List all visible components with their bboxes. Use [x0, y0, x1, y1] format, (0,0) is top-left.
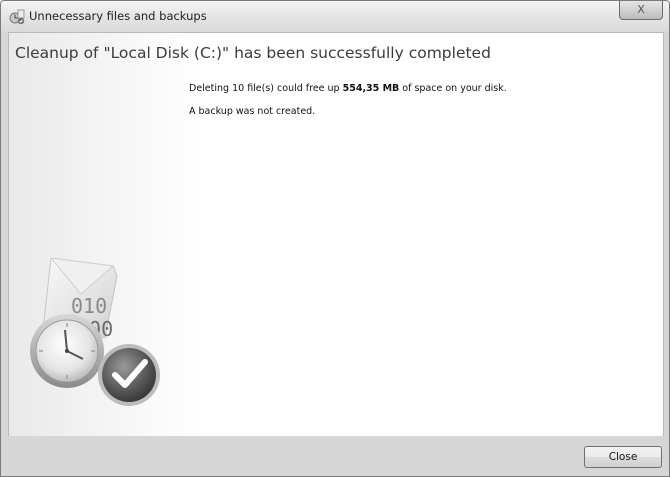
close-button[interactable]: Close [584, 446, 662, 468]
page-title: Cleanup of "Local Disk (C:)" has been su… [15, 44, 491, 62]
checkmark-icon [98, 344, 160, 406]
cleanup-app-icon [9, 9, 25, 25]
space-freed-size: 554,35 MB [342, 83, 400, 94]
title-bar[interactable]: Unnecessary files and backups X [1, 1, 669, 32]
space-message-prefix: Deleting 10 file(s) could free up [189, 83, 343, 94]
window-title: Unnecessary files and backups [29, 9, 207, 23]
clock-icon [30, 314, 104, 388]
cleanup-illustration: 010 100 [30, 258, 160, 406]
space-freed-message: Deleting 10 file(s) could free up 554,35… [189, 83, 507, 94]
space-message-suffix: of space on your disk. [399, 83, 507, 94]
content-area: Cleanup of "Local Disk (C:)" has been su… [8, 32, 664, 436]
window-close-button[interactable]: X [619, 1, 663, 20]
backup-status-message: A backup was not created. [189, 106, 316, 117]
button-bar: Close [8, 436, 664, 476]
cleanup-window: Unnecessary files and backups X Cleanup … [0, 0, 670, 477]
binary-row-1: 010 [71, 294, 107, 318]
